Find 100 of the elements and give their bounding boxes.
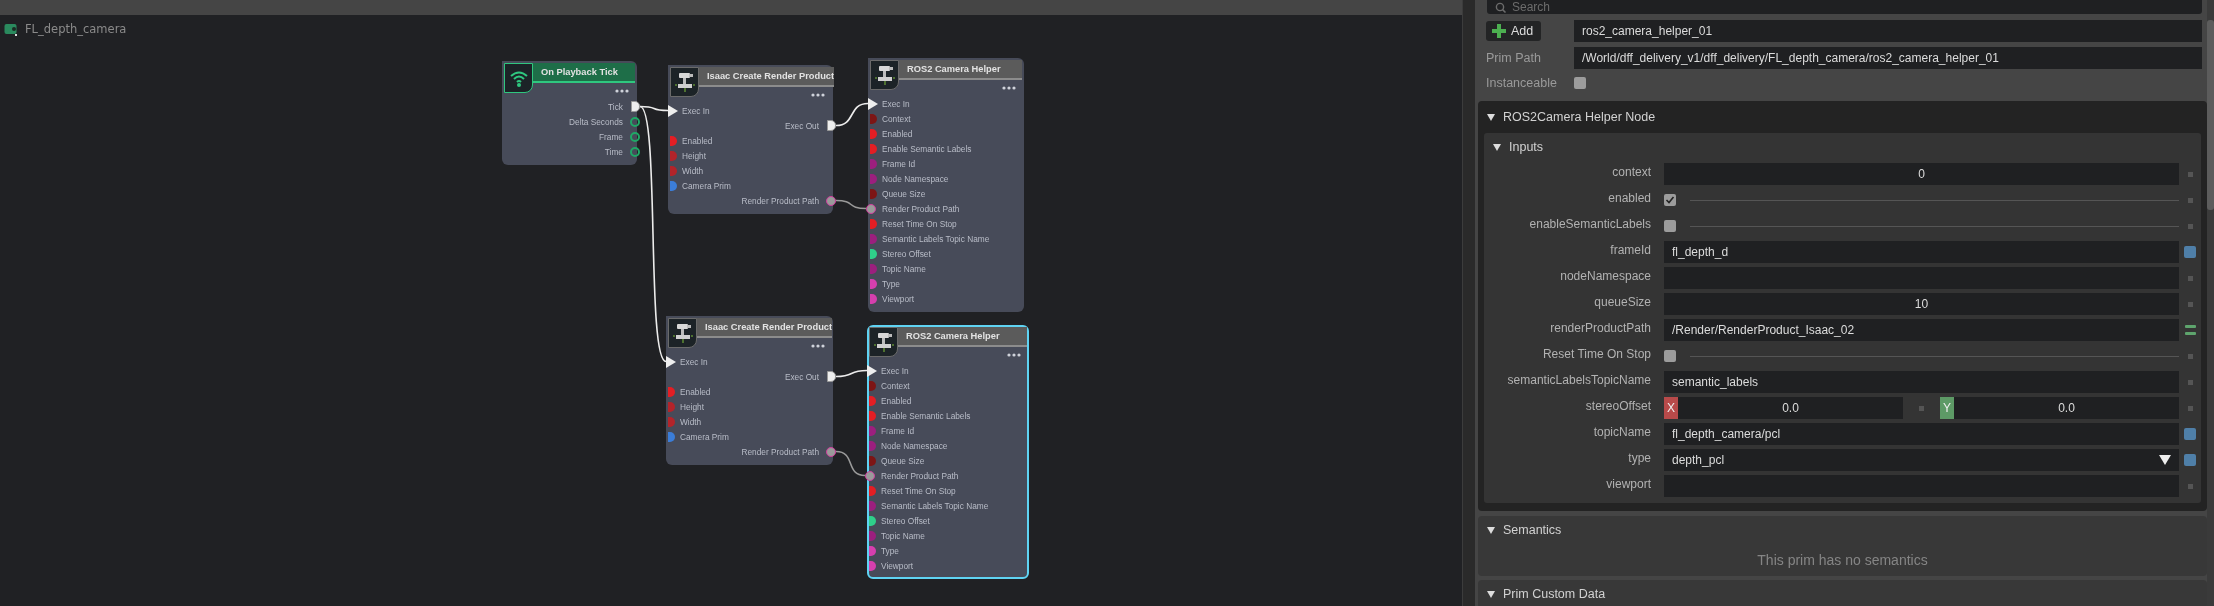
wire [835, 199, 867, 210]
graph-icon [4, 22, 18, 36]
default-marker-icon[interactable] [2187, 197, 2193, 203]
text-field[interactable]: fl_depth_camera/pcl [1664, 423, 2179, 445]
graph-node[interactable]: On Playback Tick Tick Delta Seconds Frame Time [502, 61, 637, 165]
port-label: Height [682, 150, 706, 161]
modified-marker-icon[interactable] [2184, 454, 2196, 466]
default-marker-icon[interactable] [2187, 171, 2193, 177]
modified-marker-icon[interactable] [2184, 428, 2196, 440]
port-ring[interactable] [826, 195, 836, 206]
section-header[interactable]: Semantics [1503, 523, 1562, 537]
port-label: Context [882, 113, 911, 124]
field-label: type [1627, 450, 1651, 465]
scrollbar[interactable] [2207, 0, 2214, 606]
default-marker-icon[interactable] [2187, 301, 2193, 307]
port-label: Stereo Offset [881, 515, 930, 526]
port-ring[interactable] [630, 116, 640, 127]
more-icon[interactable] [811, 344, 825, 348]
default-marker-icon[interactable] [2187, 405, 2193, 411]
wire [835, 102, 869, 127]
modified-marker-icon[interactable] [2184, 246, 2196, 258]
port-ring[interactable] [826, 446, 836, 457]
camera-icon [671, 322, 694, 344]
default-marker-icon[interactable] [2187, 483, 2193, 489]
port-dot[interactable] [865, 470, 875, 481]
expand-arrow-icon[interactable] [1487, 526, 1495, 534]
port-label: Node Namespace [882, 173, 949, 184]
text-field[interactable]: fl_depth_d [1664, 241, 2179, 263]
node-title: On Playback Tick [533, 63, 635, 83]
text-field[interactable]: semantic_labels [1664, 371, 2179, 393]
splitter[interactable] [1462, 0, 1475, 606]
port-label: Frame [599, 131, 623, 142]
port-label: Tick [608, 101, 623, 112]
exec-output-icon[interactable] [827, 120, 836, 131]
node-title: Isaac Create Render Product [697, 318, 833, 338]
connection-icon[interactable] [2184, 325, 2196, 335]
number-field[interactable]: X 0.0 [1664, 397, 1903, 419]
exec-input-icon[interactable] [668, 104, 678, 117]
port-label: Enabled [682, 135, 713, 146]
expand-arrow-icon[interactable] [1487, 590, 1495, 598]
number-field[interactable]: Y 0.0 [1940, 397, 2179, 419]
port-label: Enabled [680, 386, 711, 397]
expand-arrow-icon[interactable] [1493, 143, 1501, 151]
field-label: renderProductPath [1549, 320, 1651, 335]
more-icon[interactable] [615, 89, 629, 93]
port-label: Stereo Offset [882, 248, 931, 259]
default-marker-icon[interactable] [1919, 405, 1924, 411]
default-marker-icon[interactable] [2187, 275, 2193, 281]
name-field[interactable]: ros2_camera_helper_01 [1574, 20, 2202, 42]
graph-node[interactable]: Isaac Create Render Product Exec In Exec Out Enabled Height Width Camera Prim Render Product Path [668, 65, 833, 214]
camera-icon [873, 64, 896, 86]
port-label: Render Product Path [741, 446, 819, 457]
port-ring[interactable] [630, 146, 640, 157]
field-label: queueSize [1593, 294, 1651, 309]
add-button[interactable]: Add [1486, 21, 1542, 41]
exec-output-icon[interactable] [827, 371, 836, 382]
exec-output-icon[interactable] [631, 101, 640, 112]
graph-node[interactable]: Isaac Create Render Product Exec In Exec Out Enabled Height Width Camera Prim Render Product Path [666, 316, 833, 465]
checkbox[interactable] [1664, 194, 1676, 206]
default-marker-icon[interactable] [2187, 379, 2193, 385]
number-field[interactable]: 10 [1664, 293, 2179, 315]
port-label: Frame Id [882, 158, 916, 169]
dropdown[interactable]: depth_pcl [1664, 449, 2179, 471]
port-label: Viewport [882, 293, 915, 304]
port-label: Semantic Labels Topic Name [882, 233, 990, 244]
port-label: Exec In [881, 365, 909, 376]
graph-node[interactable] [867, 325, 1029, 579]
port-label: Frame Id [881, 425, 915, 436]
checkbox[interactable] [1664, 220, 1676, 232]
port-label: Exec In [682, 105, 710, 116]
section-header[interactable]: ROS2Camera Helper Node [1503, 110, 1656, 124]
default-marker-icon[interactable] [2187, 223, 2193, 229]
more-icon[interactable] [811, 93, 825, 97]
section-header[interactable]: Prim Custom Data [1503, 587, 1606, 601]
port-label: Camera Prim [682, 180, 731, 191]
number-field[interactable]: 0 [1664, 163, 2179, 185]
port-label: Width [680, 416, 702, 427]
port-label: Enable Semantic Labels [881, 410, 971, 421]
wire [835, 450, 866, 477]
more-icon[interactable] [1002, 86, 1016, 90]
graph-node[interactable] [868, 58, 1024, 312]
scroll-thumb[interactable] [2207, 20, 2214, 210]
more-icon[interactable] [1007, 353, 1021, 357]
axis-label: X [1664, 397, 1678, 419]
port-dot[interactable] [866, 203, 876, 214]
port-label: Time [604, 146, 623, 157]
port-label: Reset Time On Stop [882, 218, 957, 229]
checkbox[interactable] [1574, 77, 1586, 89]
checkbox[interactable] [1664, 350, 1676, 362]
field-label: semanticLabelsTopicName [1506, 372, 1651, 387]
text-field[interactable]: /Render/RenderProduct_Isaac_02 [1664, 319, 2179, 341]
default-marker-icon[interactable] [2187, 353, 2193, 359]
port-label: Reset Time On Stop [881, 485, 956, 496]
expand-arrow-icon[interactable] [1487, 113, 1495, 121]
section-header[interactable]: Inputs [1509, 140, 1544, 154]
exec-input-icon[interactable] [666, 355, 676, 368]
breadcrumb[interactable]: FL_depth_camera [25, 22, 127, 36]
path-field[interactable]: /World/dff_delivery_v1/dff_delivery/FL_depth_camera/ros2_camera_helper_01 [1574, 47, 2202, 69]
port-ring[interactable] [630, 131, 640, 142]
field-label: viewport [1605, 476, 1651, 491]
